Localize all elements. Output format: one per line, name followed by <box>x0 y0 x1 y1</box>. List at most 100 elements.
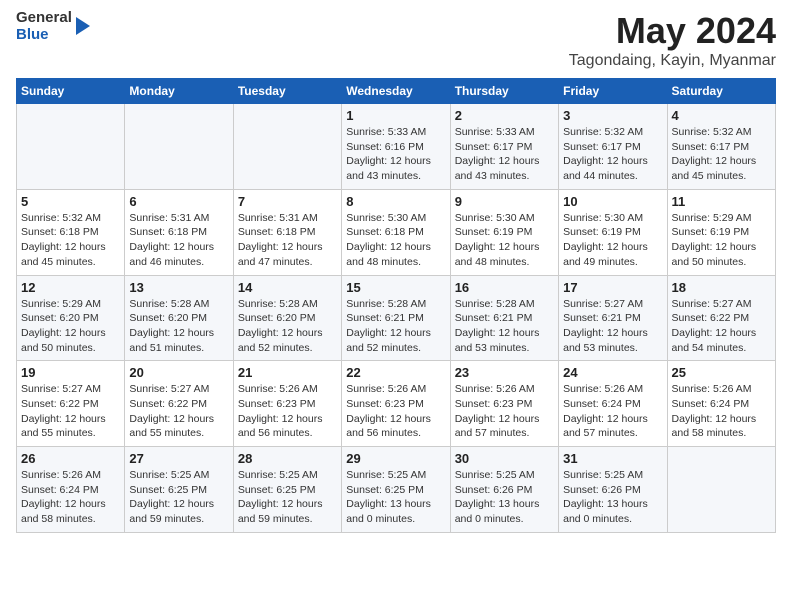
calendar-cell: 19 Sunrise: 5:27 AMSunset: 6:22 PMDayligh… <box>17 361 125 447</box>
calendar-cell: 2Sunrise: 5:33 AMSunset: 6:17 PMDaylight… <box>450 104 558 190</box>
day-number: 16 <box>455 280 554 295</box>
cell-info: Sunrise: 5:26 AMSunset: 6:24 PMDaylight:… <box>563 382 662 441</box>
day-number: 31 <box>563 451 662 466</box>
cell-info: Sunrise: 5:29 AMSunset: 6:20 PMDaylight:… <box>21 297 120 356</box>
calendar-cell: 26Sunrise: 5:26 AMSunset: 6:24 PMDayligh… <box>17 447 125 533</box>
cell-info: Sunrise: 5:32 AMSunset: 6:18 PMDaylight:… <box>21 211 120 270</box>
cell-info: Sunrise: 5:28 AMSunset: 6:21 PMDaylight:… <box>455 297 554 356</box>
calendar-table: SundayMondayTuesdayWednesdayThursdayFrid… <box>16 78 776 533</box>
cell-info: Sunrise: 5:33 AMSunset: 6:16 PMDaylight:… <box>346 125 445 184</box>
calendar-cell: 13 Sunrise: 5:28 AMSunset: 6:20 PMDayligh… <box>125 275 233 361</box>
day-number: 22 <box>346 365 445 380</box>
day-number: 11 <box>672 194 771 209</box>
header-day: Thursday <box>450 79 558 104</box>
cell-info: Sunrise: 5:30 AMSunset: 6:19 PMDaylight:… <box>563 211 662 270</box>
calendar-week-row: 12 Sunrise: 5:29 AMSunset: 6:20 PMDayligh… <box>17 275 776 361</box>
day-number: 19 <box>21 365 120 380</box>
logo: General Blue <box>16 10 90 43</box>
day-number: 5 <box>21 194 120 209</box>
calendar-cell: 11Sunrise: 5:29 AMSunset: 6:19 PMDayligh… <box>667 189 775 275</box>
calendar-cell: 30Sunrise: 5:25 AMSunset: 6:26 PMDayligh… <box>450 447 558 533</box>
calendar-cell <box>233 104 341 190</box>
title-area: May 2024 Tagondaing, Kayin, Myanmar <box>569 10 776 70</box>
day-number: 4 <box>672 108 771 123</box>
cell-info: Sunrise: 5:28 AMSunset: 6:21 PMDaylight:… <box>346 297 445 356</box>
day-number: 24 <box>563 365 662 380</box>
cell-info: Sunrise: 5:26 AMSunset: 6:23 PMDaylight:… <box>455 382 554 441</box>
calendar-cell: 9 Sunrise: 5:30 AMSunset: 6:19 PMDaylight… <box>450 189 558 275</box>
day-number: 9 <box>455 194 554 209</box>
day-number: 14 <box>238 280 337 295</box>
calendar-cell: 29 Sunrise: 5:25 AMSunset: 6:25 PMDayligh… <box>342 447 450 533</box>
day-number: 30 <box>455 451 554 466</box>
logo-blue: Blue <box>16 27 72 44</box>
cell-info: Sunrise: 5:32 AMSunset: 6:17 PMDaylight:… <box>672 125 771 184</box>
header: General Blue May 2024 Tagondaing, Kayin,… <box>16 10 776 70</box>
calendar-cell: 16 Sunrise: 5:28 AMSunset: 6:21 PMDayligh… <box>450 275 558 361</box>
day-number: 1 <box>346 108 445 123</box>
header-row: SundayMondayTuesdayWednesdayThursdayFrid… <box>17 79 776 104</box>
calendar-cell: 6 Sunrise: 5:31 AMSunset: 6:18 PMDaylight… <box>125 189 233 275</box>
day-number: 26 <box>21 451 120 466</box>
calendar-cell: 22 Sunrise: 5:26 AMSunset: 6:23 PMDayligh… <box>342 361 450 447</box>
calendar-cell: 5 Sunrise: 5:32 AMSunset: 6:18 PMDaylight… <box>17 189 125 275</box>
cell-info: Sunrise: 5:25 AMSunset: 6:26 PMDaylight:… <box>563 468 662 527</box>
day-number: 7 <box>238 194 337 209</box>
header-day: Wednesday <box>342 79 450 104</box>
cell-info: Sunrise: 5:27 AMSunset: 6:22 PMDaylight:… <box>21 382 120 441</box>
calendar-cell: 7 Sunrise: 5:31 AMSunset: 6:18 PMDaylight… <box>233 189 341 275</box>
header-day: Monday <box>125 79 233 104</box>
calendar-cell: 17Sunrise: 5:27 AMSunset: 6:21 PMDayligh… <box>559 275 667 361</box>
cell-info: Sunrise: 5:26 AMSunset: 6:24 PMDaylight:… <box>672 382 771 441</box>
header-day: Sunday <box>17 79 125 104</box>
calendar-week-row: 1 Sunrise: 5:33 AMSunset: 6:16 PMDaylight… <box>17 104 776 190</box>
calendar-cell: 15 Sunrise: 5:28 AMSunset: 6:21 PMDayligh… <box>342 275 450 361</box>
day-number: 29 <box>346 451 445 466</box>
cell-info: Sunrise: 5:30 AMSunset: 6:19 PMDaylight:… <box>455 211 554 270</box>
cell-info: Sunrise: 5:26 AMSunset: 6:23 PMDaylight:… <box>346 382 445 441</box>
day-number: 15 <box>346 280 445 295</box>
day-number: 18 <box>672 280 771 295</box>
calendar-cell: 10Sunrise: 5:30 AMSunset: 6:19 PMDayligh… <box>559 189 667 275</box>
cell-info: Sunrise: 5:25 AMSunset: 6:25 PMDaylight:… <box>346 468 445 527</box>
cell-info: Sunrise: 5:30 AMSunset: 6:18 PMDaylight:… <box>346 211 445 270</box>
cell-info: Sunrise: 5:27 AMSunset: 6:22 PMDaylight:… <box>129 382 228 441</box>
calendar-cell: 24 Sunrise: 5:26 AMSunset: 6:24 PMDayligh… <box>559 361 667 447</box>
page-title: May 2024 <box>569 10 776 52</box>
cell-info: Sunrise: 5:26 AMSunset: 6:23 PMDaylight:… <box>238 382 337 441</box>
cell-info: Sunrise: 5:25 AMSunset: 6:25 PMDaylight:… <box>129 468 228 527</box>
calendar-cell: 12 Sunrise: 5:29 AMSunset: 6:20 PMDayligh… <box>17 275 125 361</box>
calendar-week-row: 26Sunrise: 5:26 AMSunset: 6:24 PMDayligh… <box>17 447 776 533</box>
cell-info: Sunrise: 5:32 AMSunset: 6:17 PMDaylight:… <box>563 125 662 184</box>
calendar-cell: 21 Sunrise: 5:26 AMSunset: 6:23 PMDayligh… <box>233 361 341 447</box>
calendar-week-row: 19 Sunrise: 5:27 AMSunset: 6:22 PMDayligh… <box>17 361 776 447</box>
day-number: 28 <box>238 451 337 466</box>
day-number: 27 <box>129 451 228 466</box>
calendar-cell: 25Sunrise: 5:26 AMSunset: 6:24 PMDayligh… <box>667 361 775 447</box>
day-number: 21 <box>238 365 337 380</box>
day-number: 13 <box>129 280 228 295</box>
header-day: Tuesday <box>233 79 341 104</box>
header-day: Saturday <box>667 79 775 104</box>
calendar-cell <box>667 447 775 533</box>
calendar-week-row: 5 Sunrise: 5:32 AMSunset: 6:18 PMDaylight… <box>17 189 776 275</box>
cell-info: Sunrise: 5:28 AMSunset: 6:20 PMDaylight:… <box>129 297 228 356</box>
day-number: 6 <box>129 194 228 209</box>
calendar-cell: 1 Sunrise: 5:33 AMSunset: 6:16 PMDaylight… <box>342 104 450 190</box>
calendar-cell: 28Sunrise: 5:25 AMSunset: 6:25 PMDayligh… <box>233 447 341 533</box>
day-number: 12 <box>21 280 120 295</box>
page-subtitle: Tagondaing, Kayin, Myanmar <box>569 52 776 70</box>
cell-info: Sunrise: 5:31 AMSunset: 6:18 PMDaylight:… <box>238 211 337 270</box>
day-number: 23 <box>455 365 554 380</box>
calendar-cell: 31 Sunrise: 5:25 AMSunset: 6:26 PMDayligh… <box>559 447 667 533</box>
calendar-cell: 8Sunrise: 5:30 AMSunset: 6:18 PMDaylight… <box>342 189 450 275</box>
logo-arrow-icon <box>76 17 90 35</box>
header-day: Friday <box>559 79 667 104</box>
logo-general: General <box>16 10 72 27</box>
calendar-cell: 18 Sunrise: 5:27 AMSunset: 6:22 PMDayligh… <box>667 275 775 361</box>
cell-info: Sunrise: 5:31 AMSunset: 6:18 PMDaylight:… <box>129 211 228 270</box>
cell-info: Sunrise: 5:33 AMSunset: 6:17 PMDaylight:… <box>455 125 554 184</box>
calendar-cell: 27 Sunrise: 5:25 AMSunset: 6:25 PMDayligh… <box>125 447 233 533</box>
calendar-cell: 4 Sunrise: 5:32 AMSunset: 6:17 PMDaylight… <box>667 104 775 190</box>
cell-info: Sunrise: 5:27 AMSunset: 6:22 PMDaylight:… <box>672 297 771 356</box>
